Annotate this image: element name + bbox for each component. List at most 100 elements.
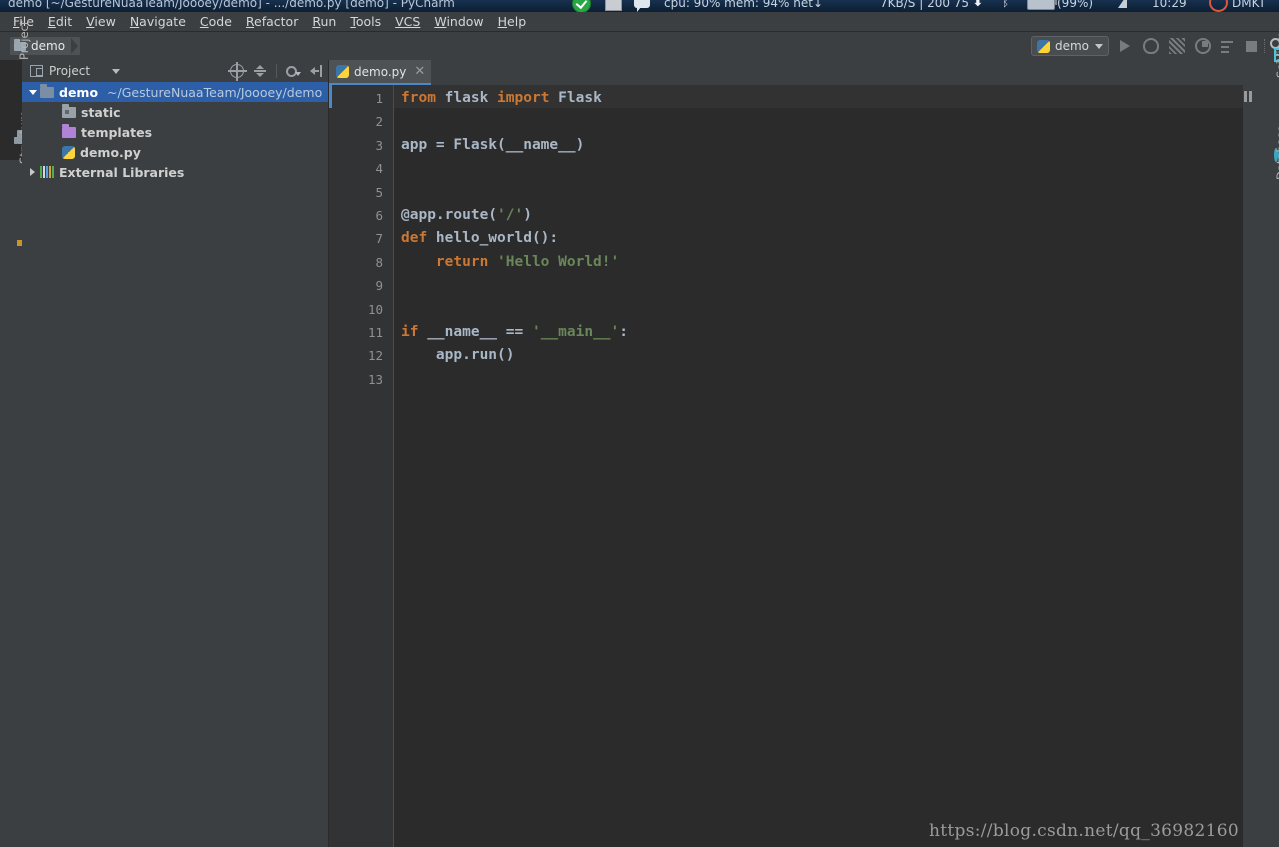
code-token-id: ): [523, 207, 532, 223]
split-editor-icon[interactable]: [1244, 91, 1253, 102]
tree-toggle-icon[interactable]: [26, 165, 40, 179]
loading-ring-icon: [1209, 0, 1228, 12]
editor-marker-bar[interactable]: [1243, 85, 1257, 847]
code-line: return 'Hello World!': [401, 251, 619, 274]
tray-box-icon[interactable]: [605, 0, 622, 11]
menu-item-refactor[interactable]: Refactor: [239, 13, 305, 30]
folder-purple-icon: [62, 123, 76, 138]
sidebar-item-database[interactable]: Database: [1257, 125, 1279, 265]
caret-line-marker: [329, 85, 332, 108]
project-panel: Project demo ~/GestureNuaaTeam/Joooey/dem…: [22, 60, 329, 847]
project-panel-header: Project: [22, 60, 328, 82]
menu-item-navigate[interactable]: Navigate: [123, 13, 193, 30]
line-number: 13: [367, 371, 383, 387]
tree-node-external-libraries[interactable]: External Libraries: [22, 162, 328, 182]
line-number: 11: [367, 325, 383, 340]
tree-node-label: demo: [59, 84, 99, 100]
code-token-kw: def: [401, 230, 436, 247]
code-token-st: '__main__': [531, 324, 620, 340]
message-icon[interactable]: [634, 0, 650, 12]
menu-item-tools[interactable]: Tools: [343, 13, 388, 30]
tree-node-label: static: [81, 104, 121, 120]
volume-icon[interactable]: [1118, 0, 1127, 8]
chevron-down-icon[interactable]: [112, 68, 121, 74]
left-tab-label-project: Project: [17, 20, 31, 60]
editor-area: demo.py ✕ 1 2 3 4 5 6 7 8 9 10 11 12 13 from flask i…: [329, 60, 1257, 847]
line-number: 12: [367, 348, 383, 364]
menu-item-edit[interactable]: Edit: [41, 13, 79, 30]
left-tool-strip: Project Structure: [0, 21, 31, 847]
menu-item-run[interactable]: Run: [305, 13, 343, 30]
project-panel-title: Project: [49, 64, 91, 78]
code-line: @app.route('/'): [401, 204, 532, 227]
debug-button[interactable]: [1143, 38, 1159, 54]
line-number: 6: [375, 208, 383, 223]
code-line: app = Flask(__name__): [401, 134, 584, 157]
close-icon[interactable]: ✕: [414, 65, 425, 78]
bluetooth-icon[interactable]: ᛒ: [1002, 0, 1009, 9]
menu-item-code[interactable]: Code: [193, 13, 239, 30]
download-icon[interactable]: ⬇: [972, 0, 984, 10]
libraries-icon: [40, 166, 54, 178]
line-number: 10: [367, 301, 383, 317]
tree-node-static[interactable]: static: [22, 102, 328, 122]
editor-tab-strip: demo.py ✕: [329, 60, 1257, 85]
coverage-button[interactable]: [1169, 38, 1185, 54]
code-token-kw: return: [435, 253, 498, 270]
window-title: demo [~/GestureNuaaTeam/Joooey/demo] - .…: [8, 0, 455, 10]
tree-node-templates[interactable]: templates: [22, 122, 328, 142]
toolbar-divider: [1264, 39, 1265, 53]
tree-node-label: External Libraries: [59, 164, 185, 180]
collapse-all-button[interactable]: [253, 64, 267, 78]
hide-panel-button[interactable]: [310, 64, 324, 78]
tree-toggle-icon[interactable]: [26, 85, 40, 99]
code-token-kw: from: [401, 90, 445, 106]
battery-percent: (99%): [1057, 0, 1094, 10]
code-token-id: hello_world():: [435, 230, 559, 247]
line-number: 4: [375, 161, 383, 177]
python-icon: [1036, 39, 1050, 53]
line-number: 9: [375, 278, 383, 294]
user-label: DMKT: [1232, 0, 1266, 10]
settings-button[interactable]: [286, 65, 301, 77]
code-line: app.run(): [401, 344, 515, 367]
gear-icon: [286, 66, 297, 77]
menu-item-window[interactable]: Window: [427, 13, 490, 30]
line-number: 8: [375, 254, 383, 270]
tree-node-label: demo.py: [80, 144, 141, 160]
code-token-kw: import: [497, 90, 559, 106]
menu-item-help[interactable]: Help: [491, 13, 534, 30]
folder-blue-icon: [40, 83, 54, 98]
run-configuration-label: demo: [1054, 39, 1089, 53]
code-token-id: :: [619, 324, 629, 340]
chevron-down-icon: [1095, 43, 1103, 49]
tree-node-path: ~/GestureNuaaTeam/Joooey/demo: [107, 84, 323, 100]
os-taskbar: demo [~/GestureNuaaTeam/Joooey/demo] - .…: [0, 0, 1279, 12]
line-number: 5: [375, 184, 383, 200]
menu-item-view[interactable]: View: [79, 13, 123, 30]
right-tool-strip: SciView Database: [1256, 34, 1279, 847]
breadcrumb-label: demo: [31, 39, 66, 53]
code-line: from flask import Flask: [401, 87, 602, 110]
code-token-st: 'Hello World!': [497, 253, 620, 270]
code-line: def hello_world():: [401, 227, 558, 250]
tab-demo-py[interactable]: demo.py ✕: [329, 60, 432, 85]
code-token-st: '/': [497, 207, 524, 223]
tree-node-demo-py[interactable]: demo.py: [22, 142, 328, 162]
tree-node-label: templates: [81, 124, 153, 140]
code-editor[interactable]: from flask import Flask app = Flask(__nam…: [394, 85, 1257, 847]
menu-item-vcs[interactable]: VCS: [388, 13, 427, 30]
profile-button[interactable]: [1195, 38, 1211, 54]
run-console-button[interactable]: [1220, 38, 1236, 54]
line-number: 7: [375, 231, 383, 247]
run-button[interactable]: [1117, 38, 1133, 54]
stop-button[interactable]: [1246, 41, 1257, 52]
select-opened-file-button[interactable]: [228, 62, 247, 81]
sidebar-item-structure[interactable]: Structure: [0, 111, 31, 264]
shield-icon[interactable]: [572, 0, 591, 12]
tree-node-demo[interactable]: demo ~/GestureNuaaTeam/Joooey/demo: [22, 82, 328, 102]
run-configuration-selector[interactable]: demo: [1030, 36, 1109, 56]
network-stats: 7KB/S | 200 75: [880, 0, 970, 10]
